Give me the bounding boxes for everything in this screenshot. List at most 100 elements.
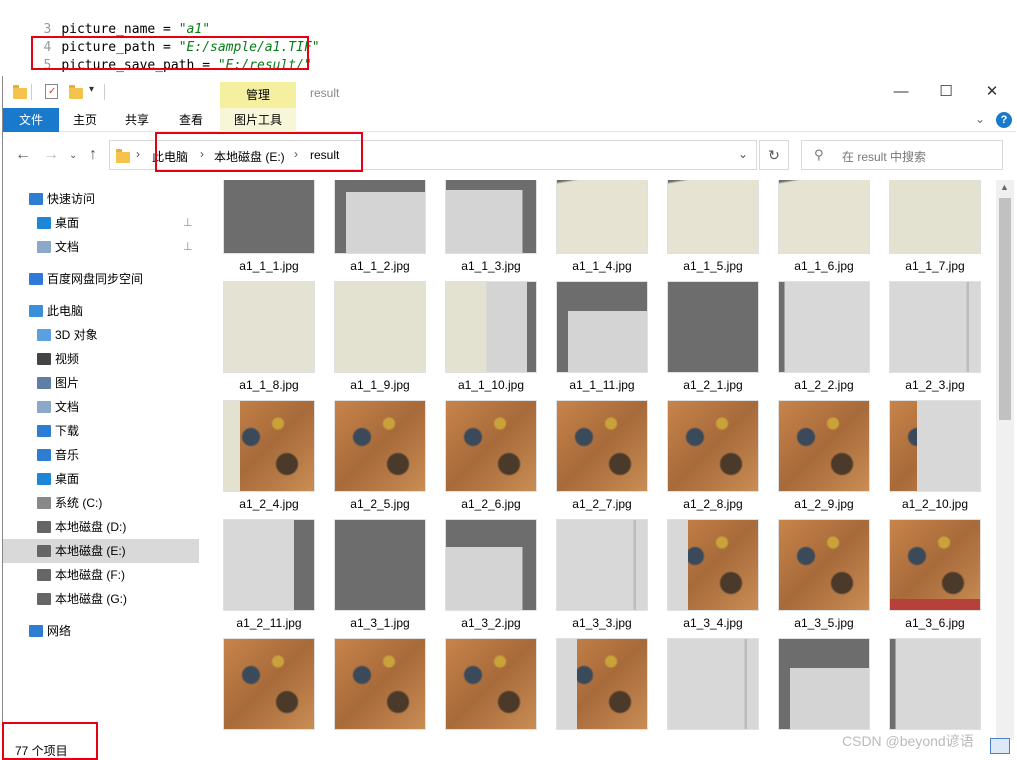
file-thumbnail[interactable] (334, 400, 426, 492)
scroll-up-icon[interactable]: ▲ (1000, 182, 1009, 192)
sidebar-item[interactable]: 文档 (3, 395, 199, 419)
file-name[interactable]: a1_2_7.jpg (547, 497, 657, 511)
sidebar-item[interactable]: 音乐 (3, 443, 199, 467)
breadcrumb-drive-e[interactable]: 本地磁盘 (E:) (214, 148, 285, 165)
file-name[interactable]: a1_2_9.jpg (769, 497, 879, 511)
sidebar-item[interactable]: 此电脑 (3, 299, 199, 323)
search-input[interactable]: 在 result 中搜索 (842, 148, 926, 165)
file-thumbnail[interactable] (223, 400, 315, 492)
file-name[interactable]: a1_1_4.jpg (547, 259, 657, 273)
file-name[interactable]: a1_2_8.jpg (658, 497, 768, 511)
file-thumbnail[interactable] (556, 400, 648, 492)
file-thumbnail[interactable] (445, 638, 537, 730)
file-name[interactable]: a1_3_1.jpg (325, 616, 435, 630)
file-name[interactable]: a1_1_5.jpg (658, 259, 768, 273)
sidebar-item[interactable]: 本地磁盘 (F:) (3, 563, 199, 587)
file-thumbnail[interactable] (223, 519, 315, 611)
file-thumbnail[interactable] (667, 180, 759, 254)
file-thumbnail[interactable] (667, 281, 759, 373)
expand-ribbon-icon[interactable]: ⌄ (975, 112, 985, 126)
back-icon[interactable]: ← (15, 146, 31, 164)
properties-icon[interactable]: ✓ (45, 84, 58, 99)
chevron-right-icon[interactable]: › (294, 147, 298, 161)
sidebar-item[interactable]: 百度网盘同步空间 (3, 267, 199, 291)
breadcrumb-this-pc[interactable]: 此电脑 (152, 148, 188, 165)
tab-home[interactable]: 主页 (63, 108, 107, 132)
file-thumbnail[interactable] (445, 400, 537, 492)
sidebar-item[interactable]: 文档 ⊥ (3, 235, 199, 259)
file-name[interactable]: a1_1_3.jpg (436, 259, 546, 273)
scrollbar-thumb[interactable] (999, 198, 1011, 420)
file-thumbnail[interactable] (889, 519, 981, 611)
file-name[interactable]: a1_1_9.jpg (325, 378, 435, 392)
recent-locations-icon[interactable]: ⌄ (69, 150, 77, 161)
tab-picture-tools[interactable]: 图片工具 (220, 108, 296, 132)
file-name[interactable]: a1_2_1.jpg (658, 378, 768, 392)
file-thumbnail[interactable] (667, 400, 759, 492)
file-name[interactable]: a1_2_2.jpg (769, 378, 879, 392)
file-thumbnail[interactable] (334, 180, 426, 254)
file-name[interactable]: a1_1_10.jpg (436, 378, 546, 392)
file-name[interactable]: a1_1_11.jpg (547, 378, 657, 392)
file-thumbnail[interactable] (334, 519, 426, 611)
tab-manage[interactable]: 管理 (220, 82, 296, 108)
customize-quick-access-icon[interactable]: ▾ (89, 84, 94, 95)
sidebar-item[interactable]: 本地磁盘 (D:) (3, 515, 199, 539)
file-name[interactable]: a1_2_10.jpg (880, 497, 990, 511)
file-thumbnail[interactable] (778, 638, 870, 730)
pin-icon[interactable]: ⊥ (183, 211, 193, 235)
file-name[interactable]: a1_1_8.jpg (214, 378, 324, 392)
file-name[interactable]: a1_1_7.jpg (880, 259, 990, 273)
close-button[interactable]: ✕ (977, 82, 1007, 102)
file-thumbnail[interactable] (334, 281, 426, 373)
tab-file[interactable]: 文件 (3, 108, 59, 132)
file-name[interactable]: a1_1_6.jpg (769, 259, 879, 273)
search-box[interactable]: ⚲ 在 result 中搜索 (801, 140, 1003, 170)
file-thumbnail[interactable] (556, 281, 648, 373)
sidebar-item[interactable]: 桌面 ⊥ (3, 211, 199, 235)
file-name[interactable]: a1_3_3.jpg (547, 616, 657, 630)
pin-icon[interactable]: ⊥ (183, 235, 193, 259)
chevron-right-icon[interactable]: › (200, 147, 204, 161)
file-thumbnail[interactable] (445, 519, 537, 611)
file-name[interactable]: a1_3_2.jpg (436, 616, 546, 630)
file-thumbnail[interactable] (889, 400, 981, 492)
forward-icon[interactable]: → (43, 146, 59, 164)
file-thumbnail[interactable] (667, 519, 759, 611)
file-thumbnail[interactable] (778, 519, 870, 611)
file-name[interactable]: a1_1_2.jpg (325, 259, 435, 273)
address-dropdown-icon[interactable]: ⌄ (738, 147, 748, 161)
file-thumbnail[interactable] (556, 180, 648, 254)
file-name[interactable]: a1_2_11.jpg (214, 616, 324, 630)
file-thumbnail[interactable] (889, 281, 981, 373)
refresh-button[interactable]: ↻ (759, 140, 789, 170)
sidebar-item[interactable]: 视频 (3, 347, 199, 371)
file-thumbnail[interactable] (778, 180, 870, 254)
maximize-button[interactable]: ☐ (931, 82, 961, 102)
file-thumbnail[interactable] (334, 638, 426, 730)
file-thumbnail[interactable] (778, 281, 870, 373)
chevron-right-icon[interactable]: › (136, 147, 140, 161)
folder-icon[interactable] (13, 85, 27, 99)
large-icons-view-icon[interactable] (990, 738, 1010, 754)
sidebar-item[interactable]: 桌面 (3, 467, 199, 491)
file-thumbnail[interactable] (445, 281, 537, 373)
file-thumbnail[interactable] (889, 638, 981, 730)
file-name[interactable]: a1_2_6.jpg (436, 497, 546, 511)
file-thumbnail[interactable] (556, 519, 648, 611)
up-icon[interactable]: ↑ (89, 146, 97, 164)
new-folder-icon[interactable] (69, 85, 83, 99)
file-name[interactable]: a1_2_5.jpg (325, 497, 435, 511)
file-thumbnail[interactable] (223, 180, 315, 254)
tab-view[interactable]: 查看 (169, 108, 213, 132)
sidebar-item[interactable]: 图片 (3, 371, 199, 395)
breadcrumb-result[interactable]: result (310, 148, 339, 162)
sidebar-item[interactable]: 快速访问 (3, 187, 199, 211)
sidebar-item[interactable]: 下载 (3, 419, 199, 443)
address-bar[interactable]: › 此电脑 › 本地磁盘 (E:) › result ⌄ (109, 140, 757, 170)
minimize-button[interactable]: — (886, 82, 916, 102)
file-thumbnail[interactable] (223, 638, 315, 730)
file-name[interactable]: a1_3_6.jpg (880, 616, 990, 630)
tab-share[interactable]: 共享 (115, 108, 159, 132)
sidebar-item[interactable]: 系统 (C:) (3, 491, 199, 515)
